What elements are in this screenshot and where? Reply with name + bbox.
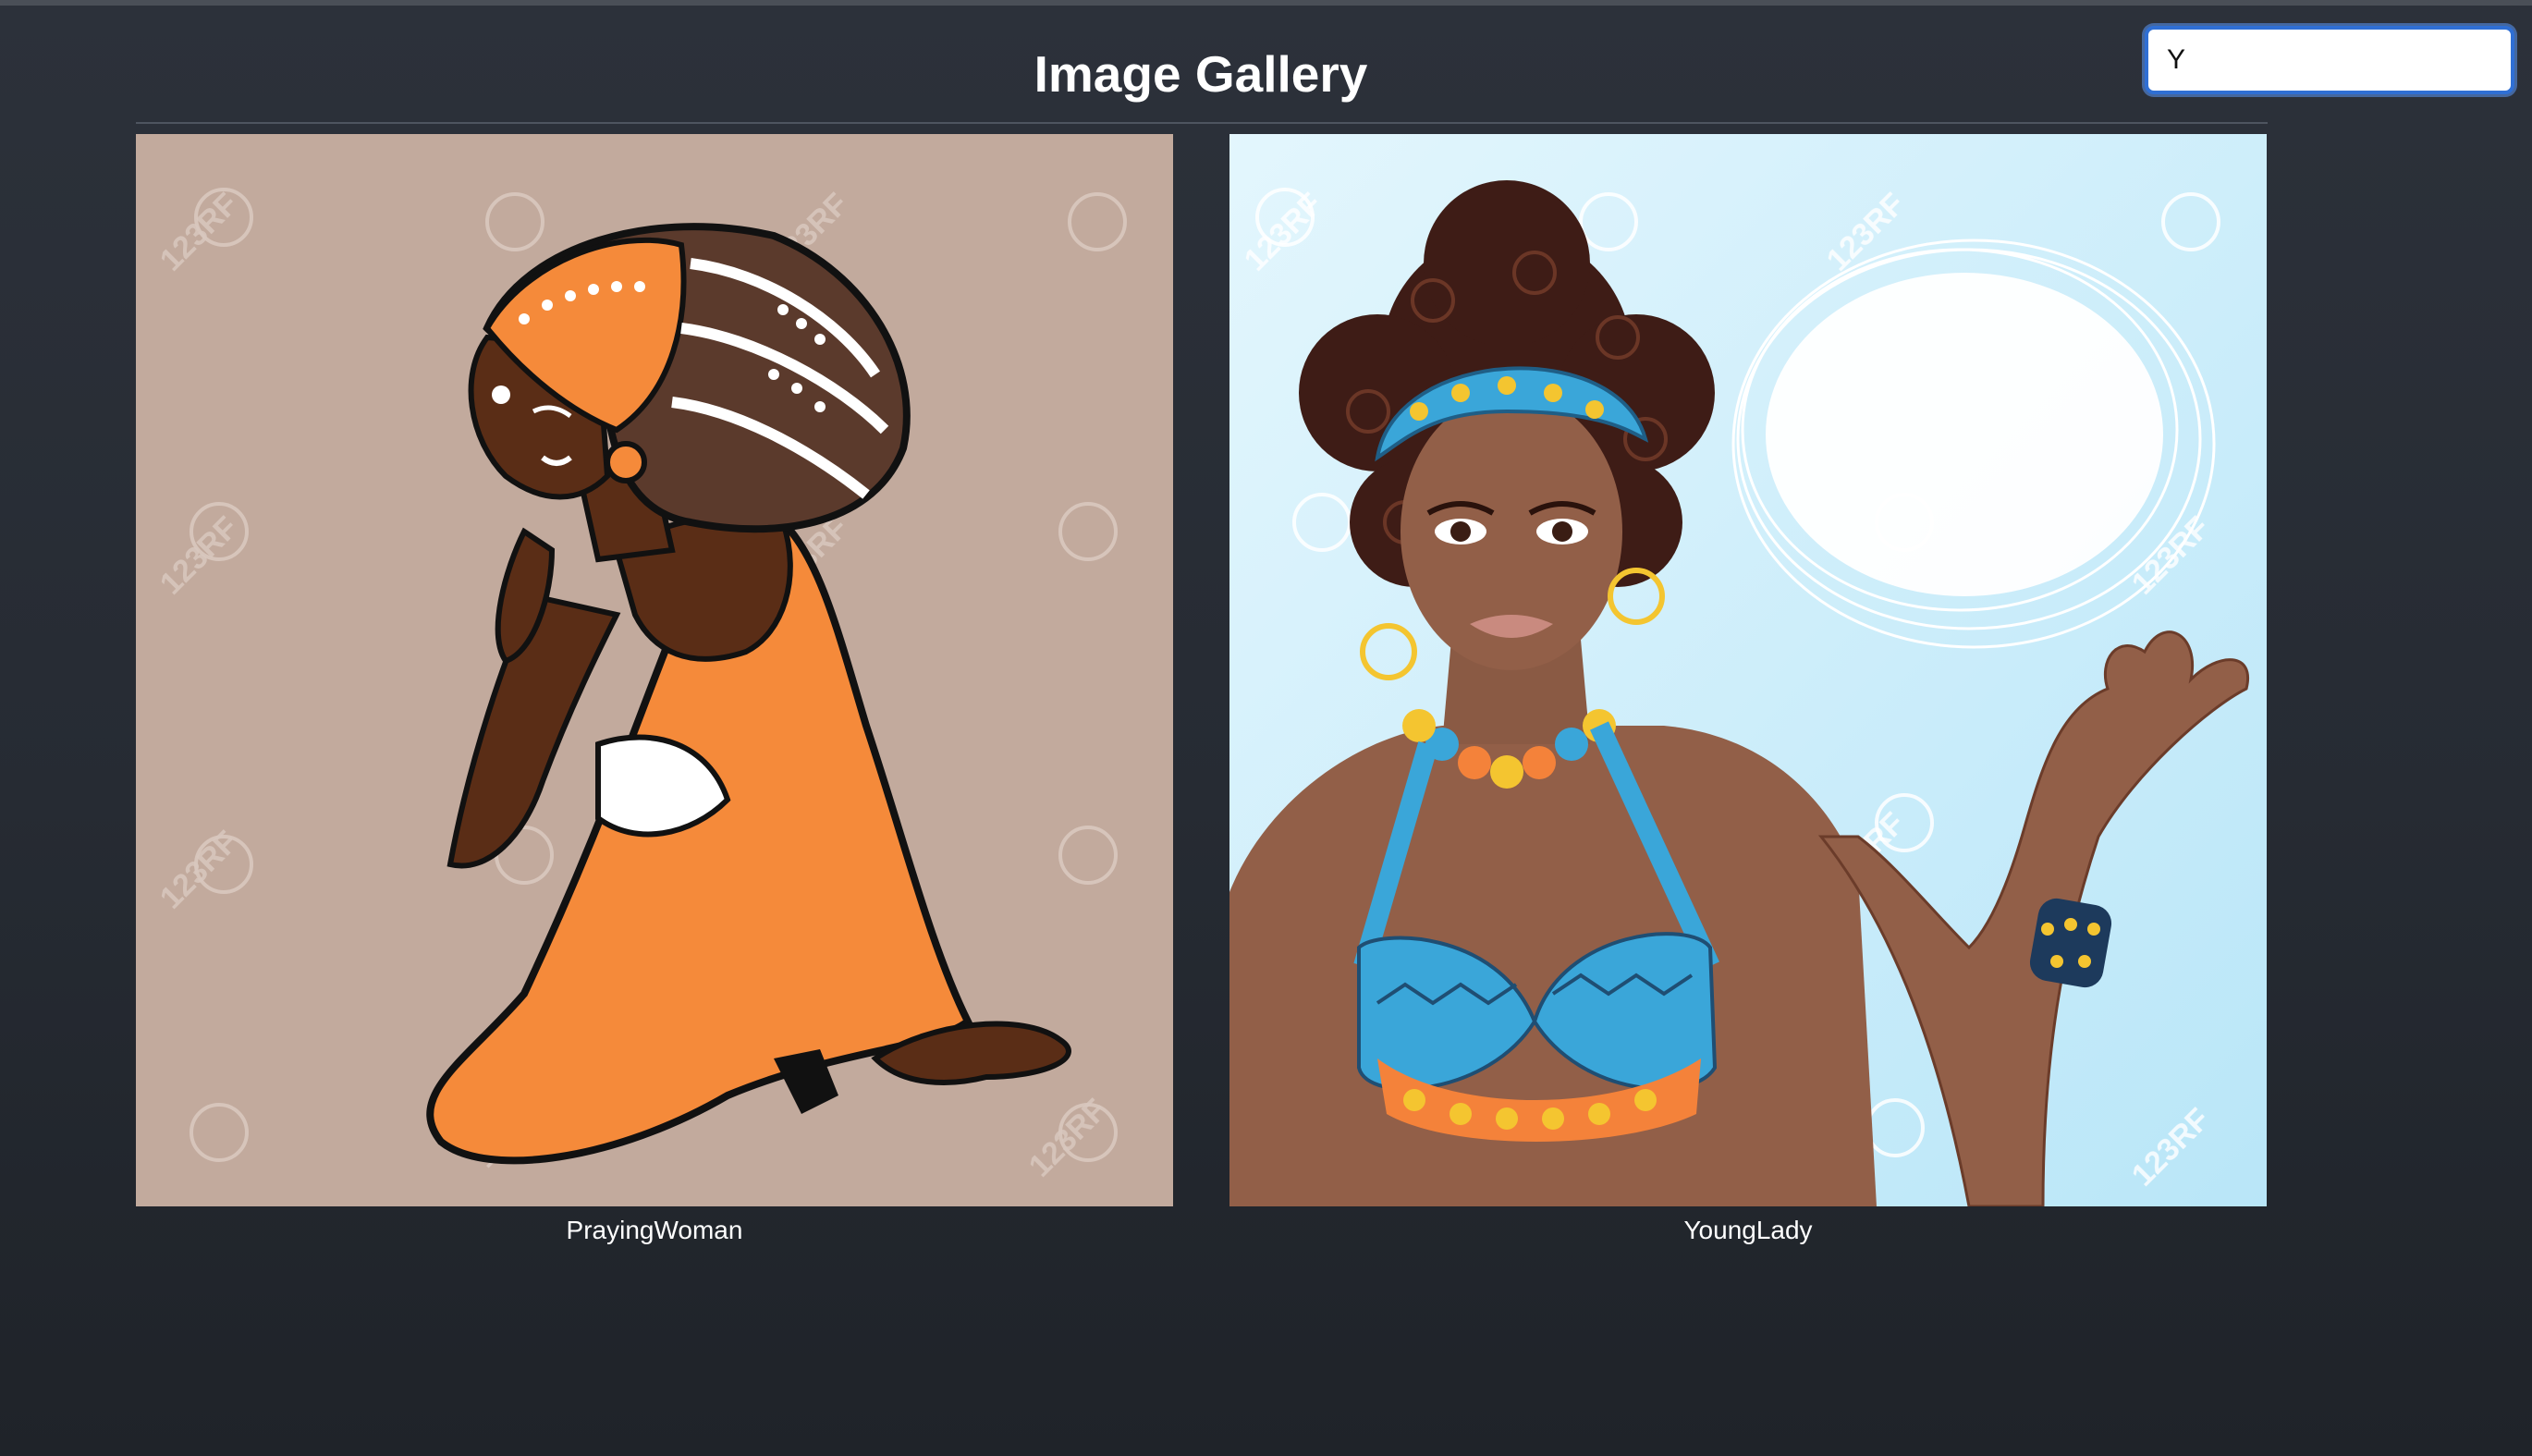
gallery-image-young-lady[interactable]: 123RF 123RF 123RF 123RF 123RF 123RF 123R… <box>1229 134 2267 1206</box>
gallery-card[interactable]: 123RF 123RF 123RF 123RF 123RF 123RF 123R… <box>136 134 1173 1249</box>
search-input[interactable] <box>2145 26 2514 94</box>
praying-woman-illustration: 123RF 123RF 123RF 123RF 123RF 123RF 123R… <box>136 134 1173 1206</box>
image-caption: PrayingWoman <box>566 1216 743 1244</box>
gallery-image-praying-woman[interactable]: 123RF 123RF 123RF 123RF 123RF 123RF 123R… <box>136 134 1173 1206</box>
young-lady-illustration: 123RF 123RF 123RF 123RF 123RF 123RF 123R… <box>1229 134 2267 1206</box>
image-caption: YoungLady <box>1683 1216 1813 1244</box>
page-title: Image Gallery <box>1034 45 1368 103</box>
window-top-edge <box>0 0 2532 6</box>
gallery-card[interactable]: 123RF 123RF 123RF 123RF 123RF 123RF 123R… <box>1229 134 2267 1249</box>
header-divider <box>136 122 2268 124</box>
